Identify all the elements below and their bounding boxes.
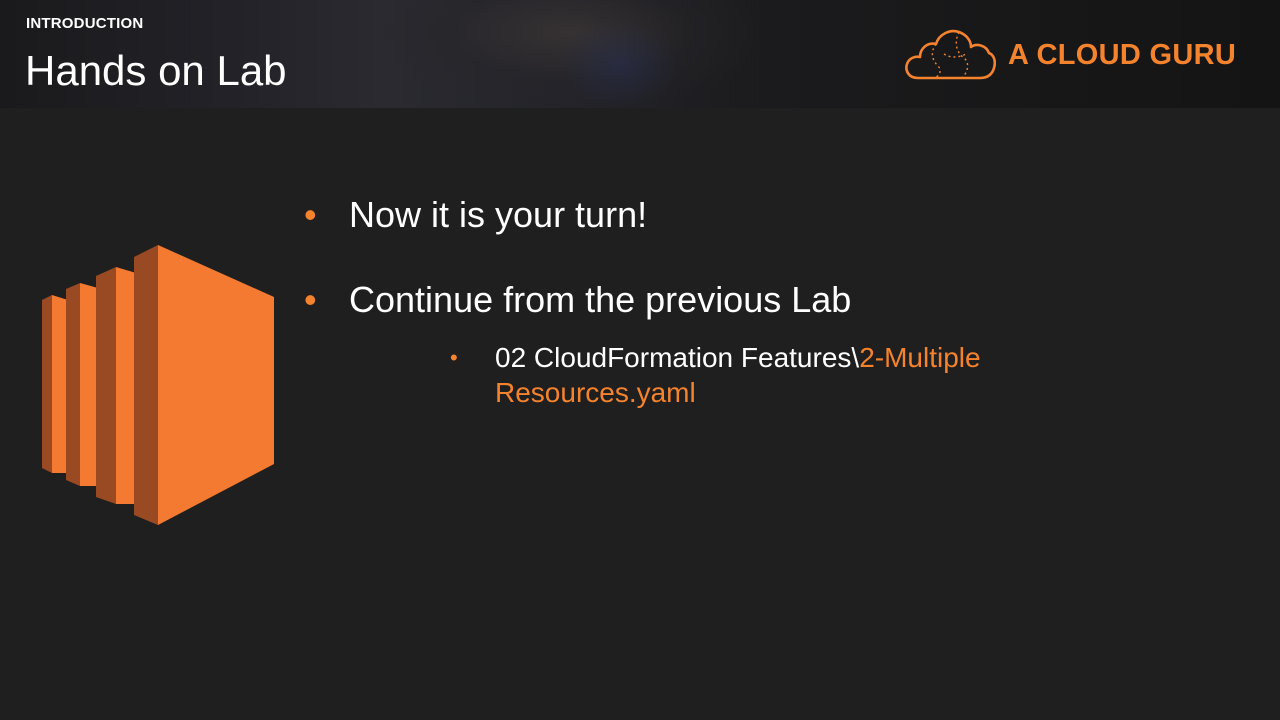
bullet-text: Continue from the previous Lab [349, 279, 852, 320]
bullet-text: Now it is your turn! [349, 194, 648, 235]
slide: INTRODUCTION Hands on Lab A CLOUD GURU • [0, 0, 1280, 720]
header-bar: INTRODUCTION Hands on Lab A CLOUD GURU [0, 0, 1280, 108]
ec2-instance-icon [42, 245, 274, 525]
section-label: INTRODUCTION [26, 15, 144, 32]
file-path-prefix: 02 CloudFormation Features\ [495, 342, 860, 373]
cloud-icon [905, 29, 996, 80]
brand-logo: A CLOUD GURU [904, 28, 1236, 82]
sub-bullet-marker: • [450, 345, 458, 370]
sub-bullet-text: 02 CloudFormation Features\2-Multiple Re… [495, 340, 1095, 410]
slide-title: Hands on Lab [25, 47, 287, 94]
brand-name: A CLOUD GURU [1008, 38, 1237, 71]
bullet-marker: • [304, 194, 317, 235]
file-name-highlight-continued: Resources.yaml [495, 377, 696, 408]
file-name-highlight: 2-Multiple [859, 342, 981, 373]
bullet-marker: • [304, 279, 317, 320]
header-background-photo-detail [560, 20, 680, 108]
